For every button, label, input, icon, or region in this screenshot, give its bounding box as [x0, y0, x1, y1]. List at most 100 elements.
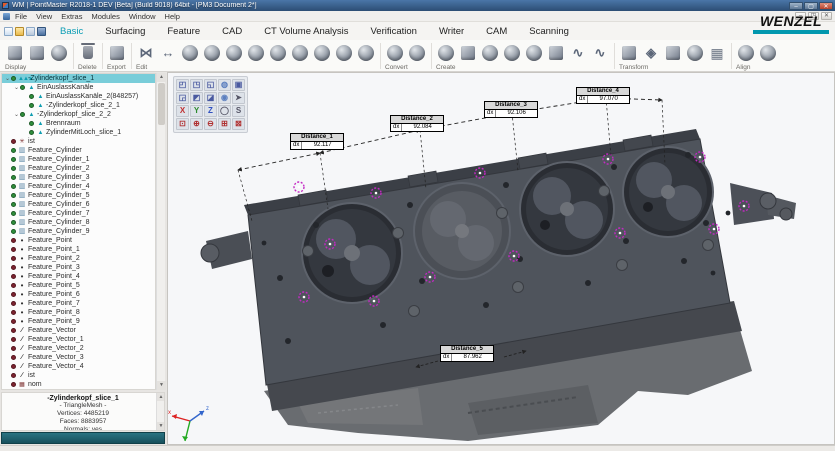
tree-item-feature-point-8[interactable]: •Feature_Point_8: [2, 308, 155, 317]
tree-item-feature-cylinder-2[interactable]: ▥Feature_Cylinder_2: [2, 164, 155, 173]
tree-item-feature-cylinder-8[interactable]: ▥Feature_Cylinder_8: [2, 218, 155, 227]
create-curve-icon[interactable]: ∿: [568, 43, 588, 63]
new-document-icon[interactable]: [4, 27, 13, 36]
visibility-icon[interactable]: [11, 211, 16, 216]
create-cylinder-icon[interactable]: [524, 43, 544, 63]
smooth-mesh-icon[interactable]: [180, 43, 200, 63]
view-bottom-icon[interactable]: ◩: [190, 92, 203, 104]
duplicate-mesh-icon[interactable]: [356, 43, 376, 63]
visibility-icon[interactable]: [11, 238, 16, 243]
visibility-icon[interactable]: [11, 355, 16, 360]
tree-item-einauslasskan-le[interactable]: ⌄▲EinAuslassKanäle: [2, 83, 155, 92]
visibility-icon[interactable]: [11, 274, 16, 279]
visibility-icon[interactable]: [11, 346, 16, 351]
delete-trash-icon[interactable]: [78, 43, 98, 63]
view-front-icon[interactable]: ◰: [176, 79, 189, 91]
visibility-icon[interactable]: [11, 229, 16, 234]
align-coordinate-icon[interactable]: [758, 43, 778, 63]
fill-holes-icon[interactable]: [224, 43, 244, 63]
menu-file[interactable]: File: [15, 12, 27, 21]
visibility-icon[interactable]: [11, 319, 16, 324]
tree-item-feature-vector[interactable]: ∕Feature_Vector: [2, 326, 155, 335]
visibility-icon[interactable]: [11, 193, 16, 198]
tree-item-ist[interactable]: ✳ist: [2, 137, 155, 146]
visibility-icon[interactable]: [11, 310, 16, 315]
visibility-icon[interactable]: [11, 220, 16, 225]
view-sphere-icon[interactable]: ◉: [218, 92, 231, 104]
convert-to-mesh-icon[interactable]: [407, 43, 427, 63]
expander-icon[interactable]: ⌄: [13, 84, 20, 91]
tree-item-feature-point-5[interactable]: •Feature_Point_5: [2, 281, 155, 290]
visibility-icon[interactable]: [29, 94, 34, 99]
tree-item-feature-vector-1[interactable]: ∕Feature_Vector_1: [2, 335, 155, 344]
tree-item-feature-cylinder-7[interactable]: ▥Feature_Cylinder_7: [2, 209, 155, 218]
rotate-diamond-icon[interactable]: ◈: [641, 43, 661, 63]
tree-item-feature-cylinder-6[interactable]: ▥Feature_Cylinder_6: [2, 200, 155, 209]
sharpen-mesh-icon[interactable]: [202, 43, 222, 63]
bridge-gap-icon[interactable]: ↔: [158, 43, 178, 63]
zoom-in-icon[interactable]: ⊕: [190, 118, 203, 130]
visibility-icon[interactable]: [11, 373, 16, 378]
tree-item-feature-cylinder-9[interactable]: ▥Feature_Cylinder_9: [2, 227, 155, 236]
view-screen-icon[interactable]: ▣: [232, 79, 245, 91]
offset-mesh-icon[interactable]: [246, 43, 266, 63]
tree-item-feature-point-7[interactable]: •Feature_Point_7: [2, 299, 155, 308]
tree-item-feature-cylinder-1[interactable]: ▥Feature_Cylinder_1: [2, 155, 155, 164]
create-pin-icon[interactable]: [502, 43, 522, 63]
menu-extras[interactable]: Extras: [61, 12, 82, 21]
visibility-icon[interactable]: [11, 76, 16, 81]
create-sphere-icon[interactable]: [436, 43, 456, 63]
tree-item-brennraum[interactable]: ▲Brennraum: [2, 119, 155, 128]
section-mesh-icon[interactable]: [290, 43, 310, 63]
visibility-icon[interactable]: [11, 301, 16, 306]
view-left-icon[interactable]: ◱: [204, 79, 217, 91]
scroll-up-icon[interactable]: ▲: [157, 73, 166, 82]
axis-z-icon[interactable]: Z: [204, 105, 217, 117]
menu-help[interactable]: Help: [165, 12, 180, 21]
tree-item-einauslasskan-le-2-848257-[interactable]: ▲EinAuslassKanäle_2(848257): [2, 92, 155, 101]
minimize-button[interactable]: –: [789, 2, 803, 10]
tree-item-feature-cylinder-3[interactable]: ▥Feature_Cylinder_3: [2, 173, 155, 182]
expander-icon[interactable]: ⌄: [13, 111, 20, 118]
tree-item-feature-point[interactable]: •Feature_Point: [2, 236, 155, 245]
tree-item-nom[interactable]: ▦nom: [2, 380, 155, 389]
tab-writer[interactable]: Writer: [439, 26, 464, 37]
create-box-icon[interactable]: [546, 43, 566, 63]
tree-item-feature-point-6[interactable]: •Feature_Point_6: [2, 290, 155, 299]
zoom-window-icon[interactable]: ⊞: [218, 118, 231, 130]
visibility-icon[interactable]: [11, 247, 16, 252]
visibility-icon[interactable]: [11, 148, 16, 153]
tree-item-feature-cylinder[interactable]: ▥Feature_Cylinder: [2, 146, 155, 155]
visibility-icon[interactable]: [11, 157, 16, 162]
convert-to-points-icon[interactable]: [385, 43, 405, 63]
tree-item-feature-cylinder-5[interactable]: ▥Feature_Cylinder_5: [2, 191, 155, 200]
tree-item--zylinderkopf-slice-2-2[interactable]: ⌄▲-Zylinderkopf_slice_2_2: [2, 110, 155, 119]
axis-y-icon[interactable]: Y: [190, 105, 203, 117]
visibility-icon[interactable]: [11, 166, 16, 171]
menu-modules[interactable]: Modules: [91, 12, 119, 21]
tree-item-feature-point-9[interactable]: •Feature_Point_9: [2, 317, 155, 326]
info-scroll-down-icon[interactable]: ▼: [157, 422, 165, 430]
tree-item-feature-vector-4[interactable]: ∕Feature_Vector_4: [2, 362, 155, 371]
wave-mesh-icon[interactable]: [312, 43, 332, 63]
dimension-annotation-distance-2[interactable]: Distance_2dx92.084: [390, 115, 444, 132]
view-right-icon[interactable]: ◪: [204, 92, 217, 104]
tree-item-feature-vector-2[interactable]: ∕Feature_Vector_2: [2, 344, 155, 353]
visibility-icon[interactable]: [11, 382, 16, 387]
menu-view[interactable]: View: [36, 12, 52, 21]
tab-surfacing[interactable]: Surfacing: [105, 26, 145, 37]
visibility-icon[interactable]: [29, 121, 34, 126]
visibility-icon[interactable]: [20, 112, 25, 117]
viewport-3d[interactable]: x y z ◰◳◱◍▣◲◩◪◉➤XYZ◯S⊡⊕⊖⊞⊠ Distance_1dx9…: [167, 72, 835, 445]
tree-item-feature-cylinder-4[interactable]: ▥Feature_Cylinder_4: [2, 182, 155, 191]
matrix-array-icon[interactable]: ▦: [707, 43, 727, 63]
visibility-icon[interactable]: [29, 103, 34, 108]
view-section-icon[interactable]: S: [232, 105, 245, 117]
visibility-icon[interactable]: [11, 337, 16, 342]
view-circle-icon[interactable]: ◯: [218, 105, 231, 117]
tab-basic[interactable]: Basic: [60, 26, 83, 37]
scale-cube-icon[interactable]: [663, 43, 683, 63]
maximize-button[interactable]: ▢: [804, 2, 818, 10]
tree-scrollbar[interactable]: ▲ ▼: [156, 73, 165, 390]
info-scrollbar[interactable]: ▲ ▼: [156, 393, 164, 430]
